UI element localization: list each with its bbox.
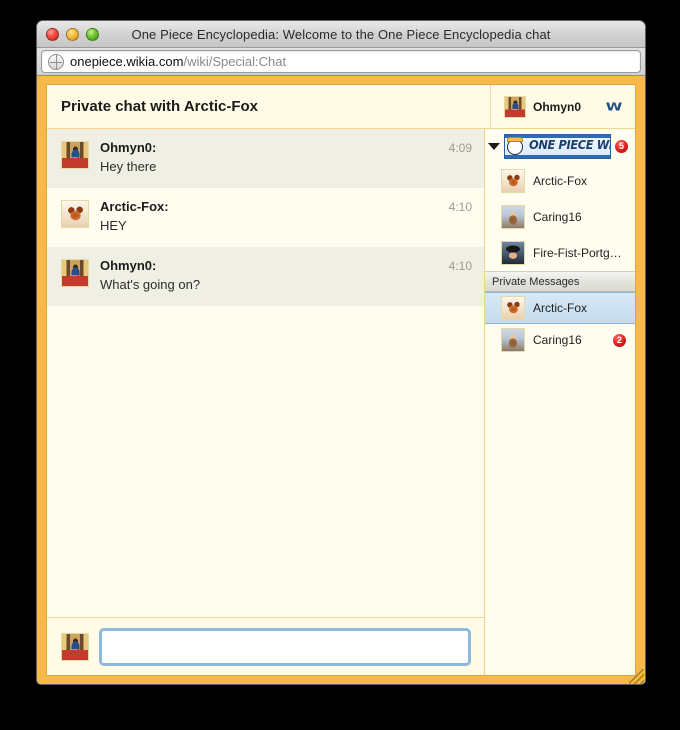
screen: One Piece Encyclopedia: Welcome to the O… — [0, 0, 680, 730]
private-message-name: Caring16 — [533, 333, 582, 347]
window-title: One Piece Encyclopedia: Welcome to the O… — [131, 26, 551, 42]
message-timestamp: 4:10 — [448, 259, 472, 273]
close-button[interactable] — [46, 27, 59, 41]
message-row: Ohmyn0: Hey there 4:09 — [47, 129, 484, 188]
chat-application: Private chat with Arctic-Fox Ohmyn0 W Oh… — [46, 84, 636, 676]
url-path: /wiki/Special:Chat — [183, 54, 287, 69]
wiki-logo[interactable]: ONE PIECE WIKI — [504, 133, 611, 159]
window-controls — [46, 27, 99, 41]
message-content: Ohmyn0: What's going on? — [100, 258, 439, 294]
message-content: Ohmyn0: Hey there — [100, 140, 439, 176]
message-author: Ohmyn0: — [100, 140, 157, 155]
current-user-name: Ohmyn0 — [532, 99, 581, 114]
message-content: Arctic-Fox: HEY — [100, 199, 439, 235]
message-text: HEY — [100, 218, 127, 233]
user-avatar — [501, 241, 525, 265]
message-input[interactable] — [99, 627, 471, 666]
message-text: What's going on? — [100, 277, 201, 292]
chat-body: Ohmyn0: Hey there 4:09 Arctic-Fox: HEY 4… — [47, 129, 635, 675]
resize-grip[interactable] — [629, 669, 644, 684]
user-name: Caring16 — [533, 210, 582, 224]
message-timestamp: 4:09 — [448, 141, 472, 155]
chat-header: Private chat with Arctic-Fox Ohmyn0 W — [47, 85, 635, 129]
private-messages-header: Private Messages — [485, 271, 635, 292]
message-author: Ohmyn0: — [100, 258, 157, 273]
user-list-item-arctic-fox[interactable]: Arctic-Fox — [485, 163, 635, 199]
wiki-logo-text: ONE PIECE WIKI — [529, 137, 610, 152]
window-titlebar[interactable]: One Piece Encyclopedia: Welcome to the O… — [37, 21, 645, 48]
current-user-avatar — [503, 95, 526, 118]
wiki-header-row[interactable]: ONE PIECE WIKI 5 — [485, 129, 635, 163]
message-list: Ohmyn0: Hey there 4:09 Arctic-Fox: HEY 4… — [47, 129, 484, 617]
user-name: Arctic-Fox — [533, 174, 587, 188]
private-message-item-arctic-fox[interactable]: Arctic-Fox — [485, 292, 635, 324]
globe-icon — [48, 53, 64, 70]
chat-title: Private chat with Arctic-Fox — [61, 98, 258, 115]
wikia-logo-icon[interactable]: W — [593, 100, 635, 113]
private-message-name: Arctic-Fox — [533, 301, 587, 315]
zoom-button[interactable] — [86, 27, 99, 41]
user-avatar — [501, 205, 525, 229]
private-message-avatar — [501, 328, 525, 352]
unread-count-badge: 2 — [612, 332, 627, 348]
user-list-item-fire-fist-portgas[interactable]: Fire-Fist-Portgas… — [485, 235, 635, 271]
message-avatar — [61, 259, 89, 287]
current-user-block[interactable]: Ohmyn0 — [489, 85, 593, 128]
user-avatar — [501, 169, 525, 193]
address-bar[interactable]: onepiece.wikia.com/wiki/Special:Chat — [41, 50, 641, 73]
input-user-avatar — [61, 632, 89, 661]
user-list-item-caring16[interactable]: Caring16 — [485, 199, 635, 235]
messages-column: Ohmyn0: Hey there 4:09 Arctic-Fox: HEY 4… — [47, 129, 485, 675]
message-row: Ohmyn0: What's going on? 4:10 — [47, 247, 484, 306]
chat-sidebar: ONE PIECE WIKI 5 Arctic-Fox Caring16 — [485, 129, 635, 675]
page-content: Private chat with Arctic-Fox Ohmyn0 W Oh… — [37, 76, 645, 684]
minimize-button[interactable] — [66, 27, 79, 41]
sidebar-filler — [485, 356, 635, 675]
url-domain: onepiece.wikia.com — [70, 54, 184, 69]
message-input-row — [47, 617, 484, 675]
private-message-item-caring16[interactable]: Caring16 2 — [485, 324, 635, 356]
wiki-user-count-badge: 5 — [614, 138, 629, 154]
private-message-avatar — [501, 296, 525, 320]
message-row: Arctic-Fox: HEY 4:10 — [47, 188, 484, 247]
urlbar-container: onepiece.wikia.com/wiki/Special:Chat — [37, 48, 645, 76]
message-avatar — [61, 200, 89, 228]
skull-icon — [507, 136, 523, 155]
message-author: Arctic-Fox: — [100, 199, 169, 214]
message-avatar — [61, 141, 89, 169]
user-name: Fire-Fist-Portgas… — [533, 246, 627, 260]
message-text: Hey there — [100, 159, 157, 174]
message-timestamp: 4:10 — [448, 200, 472, 214]
browser-window: One Piece Encyclopedia: Welcome to the O… — [36, 20, 646, 685]
chevron-down-icon[interactable] — [488, 142, 500, 150]
